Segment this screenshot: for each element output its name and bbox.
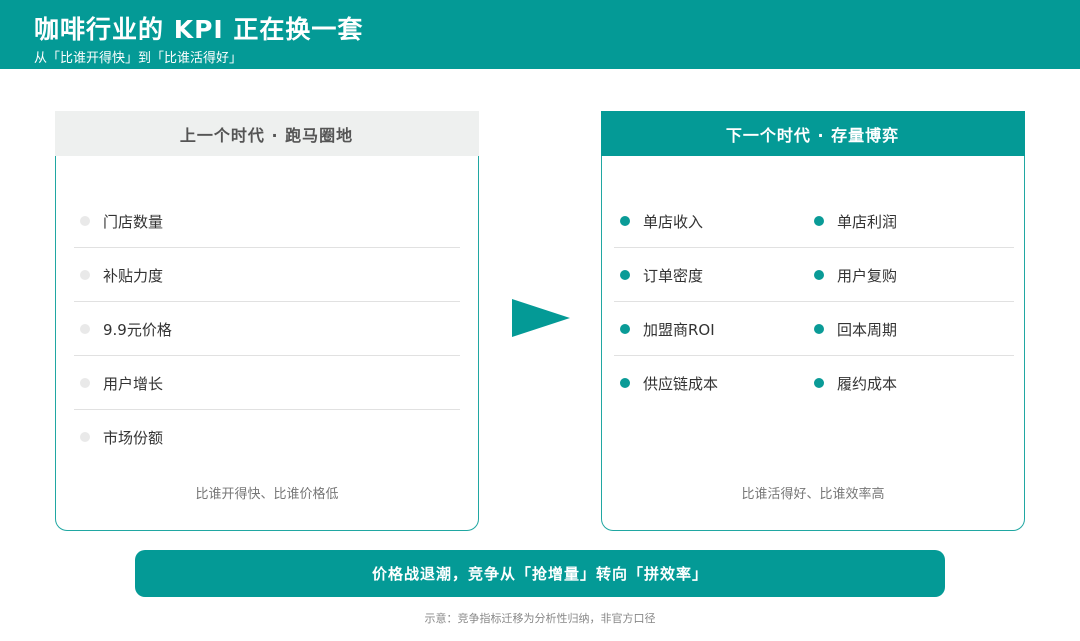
previous-era-panel: 上一个时代 · 跑马圈地 门店数量 补贴力度 9.9元价格 用户增长 市场份额 … <box>54 111 479 531</box>
bullet-dot-icon <box>80 270 90 280</box>
transition-arrow-icon <box>512 299 570 337</box>
list-item-label: 供应链成本 <box>643 374 719 393</box>
next-era-list: 单店收入 单店利润 订单密度 用户复购 加盟商ROI 回本周期 供应链成本 履约… <box>614 194 1014 410</box>
list-item-label: 用户增长 <box>103 374 164 393</box>
next-era-title: 下一个时代 · 存量博弈 <box>600 111 1025 156</box>
bullet-dot-icon <box>80 432 90 442</box>
list-item-label: 单店利润 <box>837 212 898 231</box>
list-item: 门店数量 <box>74 194 460 248</box>
bullet-dot-icon <box>620 270 630 280</box>
list-item-label: 履约成本 <box>837 374 898 393</box>
list-item: 市场份额 <box>74 410 460 464</box>
next-era-footer: 比谁活得好、比谁效率高 <box>741 487 885 502</box>
list-item-label: 补贴力度 <box>103 266 164 285</box>
list-item: 加盟商ROI 回本周期 <box>614 302 1014 356</box>
page-title: 咖啡行业的 KPI 正在换一套 <box>34 15 364 44</box>
list-item: 供应链成本 履约成本 <box>614 356 1014 410</box>
bullet-dot-icon <box>814 378 824 388</box>
list-item-label: 市场份额 <box>103 428 164 447</box>
footnote: 示意：竞争指标迁移为分析性归纳，非官方口径 <box>424 612 656 625</box>
list-item: 补贴力度 <box>74 248 460 302</box>
bullet-dot-icon <box>620 216 630 226</box>
list-item-label: 单店收入 <box>643 212 704 231</box>
list-item: 订单密度 用户复购 <box>614 248 1014 302</box>
page-subtitle: 从「比谁开得快」到「比谁活得好」 <box>34 51 243 66</box>
list-item-label: 回本周期 <box>837 320 898 339</box>
bullet-dot-icon <box>80 324 90 334</box>
previous-era-title: 上一个时代 · 跑马圈地 <box>54 111 479 156</box>
list-item-label: 订单密度 <box>643 266 704 285</box>
list-item-label: 门店数量 <box>103 212 164 231</box>
conclusion-banner: 价格战退潮，竞争从「抢增量」转向「拼效率」 <box>135 550 945 597</box>
list-item-label: 用户复购 <box>837 266 898 285</box>
next-era-panel: 下一个时代 · 存量博弈 单店收入 单店利润 订单密度 用户复购 加盟商ROI … <box>600 111 1025 531</box>
bullet-dot-icon <box>814 216 824 226</box>
list-item: 单店收入 单店利润 <box>614 194 1014 248</box>
list-item-label: 9.9元价格 <box>103 320 172 339</box>
bullet-dot-icon <box>620 378 630 388</box>
header-banner: 咖啡行业的 KPI 正在换一套 从「比谁开得快」到「比谁活得好」 <box>0 0 1080 69</box>
list-item: 9.9元价格 <box>74 302 460 356</box>
bullet-dot-icon <box>80 378 90 388</box>
bullet-dot-icon <box>80 216 90 226</box>
previous-era-footer: 比谁开得快、比谁价格低 <box>195 487 339 502</box>
bullet-dot-icon <box>620 324 630 334</box>
bullet-dot-icon <box>814 270 824 280</box>
bullet-dot-icon <box>814 324 824 334</box>
list-item-label: 加盟商ROI <box>643 320 715 339</box>
list-item: 用户增长 <box>74 356 460 410</box>
previous-era-list: 门店数量 补贴力度 9.9元价格 用户增长 市场份额 <box>74 194 460 464</box>
